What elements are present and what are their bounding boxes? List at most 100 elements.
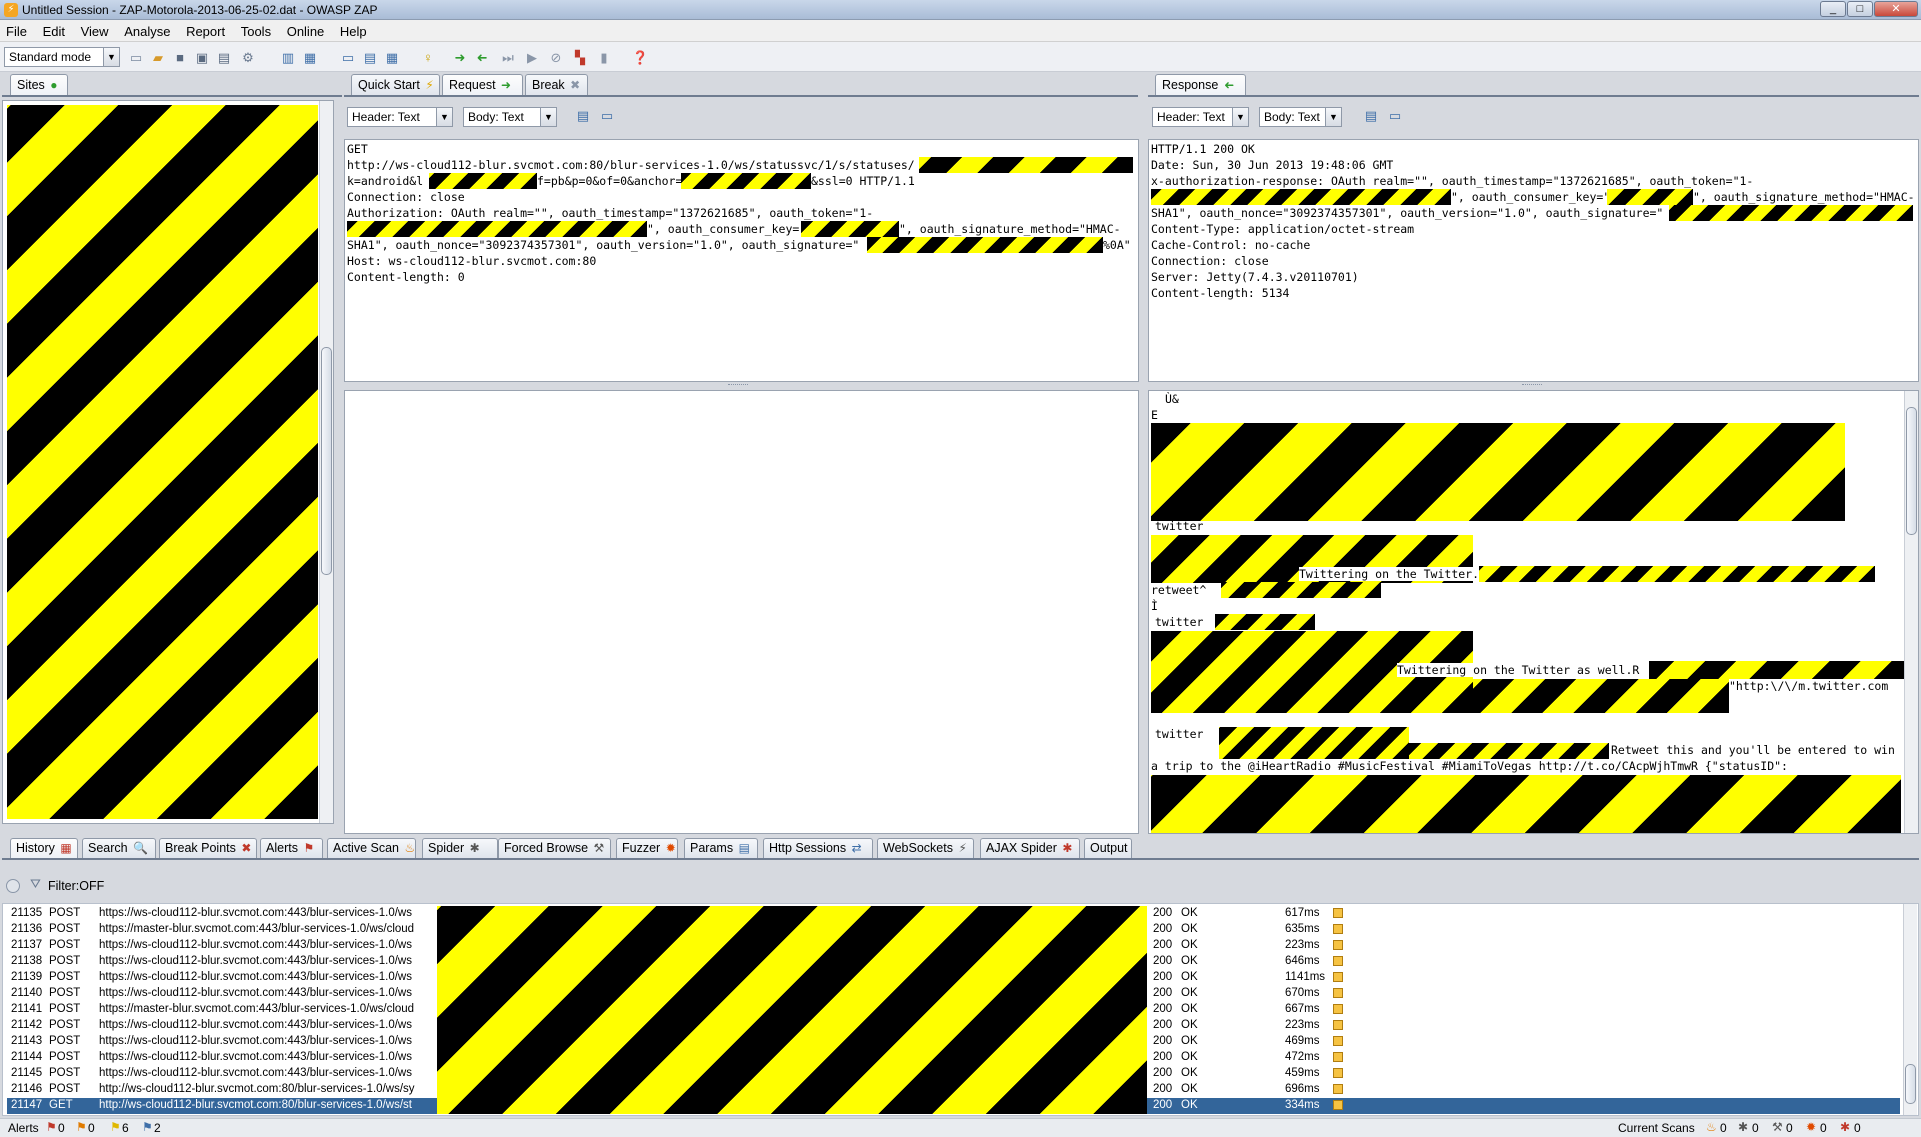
tab-spider[interactable]: Spider ✱ xyxy=(422,838,498,858)
medium-alert-count[interactable]: 0 xyxy=(88,1121,95,1135)
drop-icon[interactable]: ⊘ xyxy=(548,50,564,66)
menu-help[interactable]: Help xyxy=(334,20,373,39)
close-button[interactable]: ✕ xyxy=(1874,1,1918,17)
alert-flag-icon xyxy=(1333,1036,1343,1046)
response-body-view-select[interactable]: Body: Text ▼ xyxy=(1259,107,1342,127)
split-vertical-icon[interactable]: ▭ xyxy=(599,108,615,124)
help-icon[interactable]: ❓ xyxy=(632,50,648,66)
continue-icon[interactable]: ▶ xyxy=(524,50,540,66)
tab-params[interactable]: Params ▤ xyxy=(684,838,758,858)
alert-flag-icon xyxy=(1333,924,1343,934)
menu-analyse[interactable]: Analyse xyxy=(118,20,176,39)
request-header-view-select[interactable]: Header: Text ▼ xyxy=(347,107,453,127)
tab-search[interactable]: Search 🔍 xyxy=(82,838,156,858)
response-header-text[interactable]: HTTP/1.1 200 OK Date: Sun, 30 Jun 2013 1… xyxy=(1148,139,1919,382)
alert-flag-icon xyxy=(1333,1084,1343,1094)
layout-icon[interactable]: ▥ xyxy=(280,50,296,66)
info-alert-flag-icon: ⚑ xyxy=(142,1120,153,1134)
request-split-handle[interactable] xyxy=(728,384,748,386)
history-reason-cell: OK xyxy=(1181,1003,1198,1015)
snapshot-icon[interactable]: ▣ xyxy=(194,50,210,66)
history-code-cell: 200 xyxy=(1153,907,1173,919)
history-reason-cell: OK xyxy=(1181,1019,1198,1031)
panel-icon[interactable]: ▦ xyxy=(302,50,318,66)
response-vertical-scrollbar[interactable] xyxy=(1904,391,1918,833)
forced-browse-status-icon: ⚒ xyxy=(1772,1120,1783,1134)
tab-request[interactable]: Request ➜ xyxy=(442,74,523,96)
sites-vertical-scrollbar[interactable] xyxy=(319,101,333,823)
tab-layout-2-icon[interactable]: ▤ xyxy=(362,50,378,66)
menu-tools[interactable]: Tools xyxy=(235,20,277,39)
tab-active-scan[interactable]: Active Scan ♨ xyxy=(327,838,416,858)
export-icon[interactable]: ▤ xyxy=(216,50,232,66)
history-table[interactable]: 21135 POST https://ws-cloud112-blur.svcmot… xyxy=(2,903,1919,1116)
open-session-icon[interactable]: ▰ xyxy=(150,50,166,66)
tab-forced-browse[interactable]: Forced Browse ⚒ xyxy=(498,838,611,858)
maximize-button[interactable]: □ xyxy=(1847,1,1873,17)
request-header-text[interactable]: GET http://ws-cloud112-blur.svcmot.com:8… xyxy=(344,139,1139,382)
tab-layout-icon[interactable]: ▭ xyxy=(340,50,356,66)
menu-file[interactable]: File xyxy=(0,20,33,39)
low-alert-count[interactable]: 6 xyxy=(122,1121,129,1135)
tab-break[interactable]: Break ✖ xyxy=(525,74,588,96)
tab-output[interactable]: Output xyxy=(1084,838,1132,858)
scope-toggle-icon[interactable] xyxy=(6,879,20,893)
alert-flag-icon xyxy=(1333,940,1343,950)
tab-layout-3-icon[interactable]: ▦ xyxy=(384,50,400,66)
response-header-view-select[interactable]: Header: Text ▼ xyxy=(1152,107,1249,127)
split-horizontal-icon[interactable]: ▤ xyxy=(1363,108,1379,124)
tab-ajax-spider[interactable]: AJAX Spider ✱ xyxy=(980,838,1080,858)
tab-fuzzer[interactable]: Fuzzer ✹ xyxy=(616,838,678,858)
history-scroll-thumb[interactable] xyxy=(1905,1064,1916,1104)
history-code-cell: 200 xyxy=(1153,939,1173,951)
history-reason-cell: OK xyxy=(1181,955,1198,967)
tab-http-sessions[interactable]: Http Sessions ⇄ xyxy=(763,838,873,858)
response-split-handle[interactable] xyxy=(1522,384,1542,386)
sites-scroll-thumb[interactable] xyxy=(321,347,332,575)
alert-flag-icon xyxy=(1333,908,1343,918)
sites-tree[interactable] xyxy=(2,100,334,824)
tab-history[interactable]: History ▦ xyxy=(10,838,78,858)
alert-flag-icon xyxy=(1333,1068,1343,1078)
new-session-icon[interactable]: ▭ xyxy=(128,50,144,66)
menu-edit[interactable]: Edit xyxy=(37,20,71,39)
tab-quick-start[interactable]: Quick Start ⚡ xyxy=(351,74,440,96)
history-url-cell: https://ws-cloud112-blur.svcmot.com:443/… xyxy=(99,955,412,967)
menu-online[interactable]: Online xyxy=(281,20,331,39)
response-scroll-thumb[interactable] xyxy=(1906,407,1917,535)
tab-alerts[interactable]: Alerts ⚑ xyxy=(260,838,323,858)
history-vertical-scrollbar[interactable] xyxy=(1903,904,1917,1115)
request-body-text[interactable] xyxy=(344,390,1139,834)
tab-sites[interactable]: Sites ● xyxy=(10,74,68,96)
marker-icon[interactable]: ▮ xyxy=(596,50,612,66)
split-horizontal-icon[interactable]: ▤ xyxy=(575,108,591,124)
minimize-button[interactable]: _ xyxy=(1820,1,1846,17)
options-icon[interactable]: ⚙ xyxy=(240,50,256,66)
filter-icon[interactable]: ⛛ xyxy=(30,876,41,892)
split-vertical-icon[interactable]: ▭ xyxy=(1387,108,1403,124)
break-back-icon[interactable]: ➜ xyxy=(474,50,490,66)
lightbulb-icon[interactable]: ♀ xyxy=(420,50,436,66)
menu-report[interactable]: Report xyxy=(180,20,231,39)
step-icon[interactable]: ⏭ xyxy=(500,50,516,66)
break-forward-icon[interactable]: ➜ xyxy=(452,50,468,66)
request-line-params-1: k=android&l xyxy=(347,174,424,188)
request-body-view-select[interactable]: Body: Text ▼ xyxy=(463,107,557,127)
tab-response[interactable]: Response ➜ xyxy=(1155,74,1246,96)
chevron-down-icon: ▼ xyxy=(436,108,452,126)
save-session-icon[interactable]: ■ xyxy=(172,50,188,66)
response-body-text[interactable]: Ù& E twitter Twittering on the Twitter. … xyxy=(1148,390,1919,834)
response-status-line: HTTP/1.1 200 OK xyxy=(1151,142,1255,156)
filter-status[interactable]: Filter:OFF xyxy=(48,879,104,893)
info-alert-count[interactable]: 2 xyxy=(154,1121,161,1135)
high-alert-count[interactable]: 0 xyxy=(58,1121,65,1135)
response-header-auth: x-authorization-response: OAuth realm=""… xyxy=(1151,174,1754,188)
scan-policy-icon[interactable]: ▚ xyxy=(572,50,588,66)
menu-view[interactable]: View xyxy=(75,20,115,39)
tab-websockets[interactable]: WebSockets ⚡ xyxy=(877,838,974,858)
tab-request-label: Request xyxy=(449,78,496,92)
history-reason-cell: OK xyxy=(1181,987,1198,999)
mode-select[interactable]: Standard mode ▼ xyxy=(4,47,120,67)
tab-break-points[interactable]: Break Points ✖ xyxy=(159,838,257,858)
history-method-cell: POST xyxy=(49,1083,81,1095)
